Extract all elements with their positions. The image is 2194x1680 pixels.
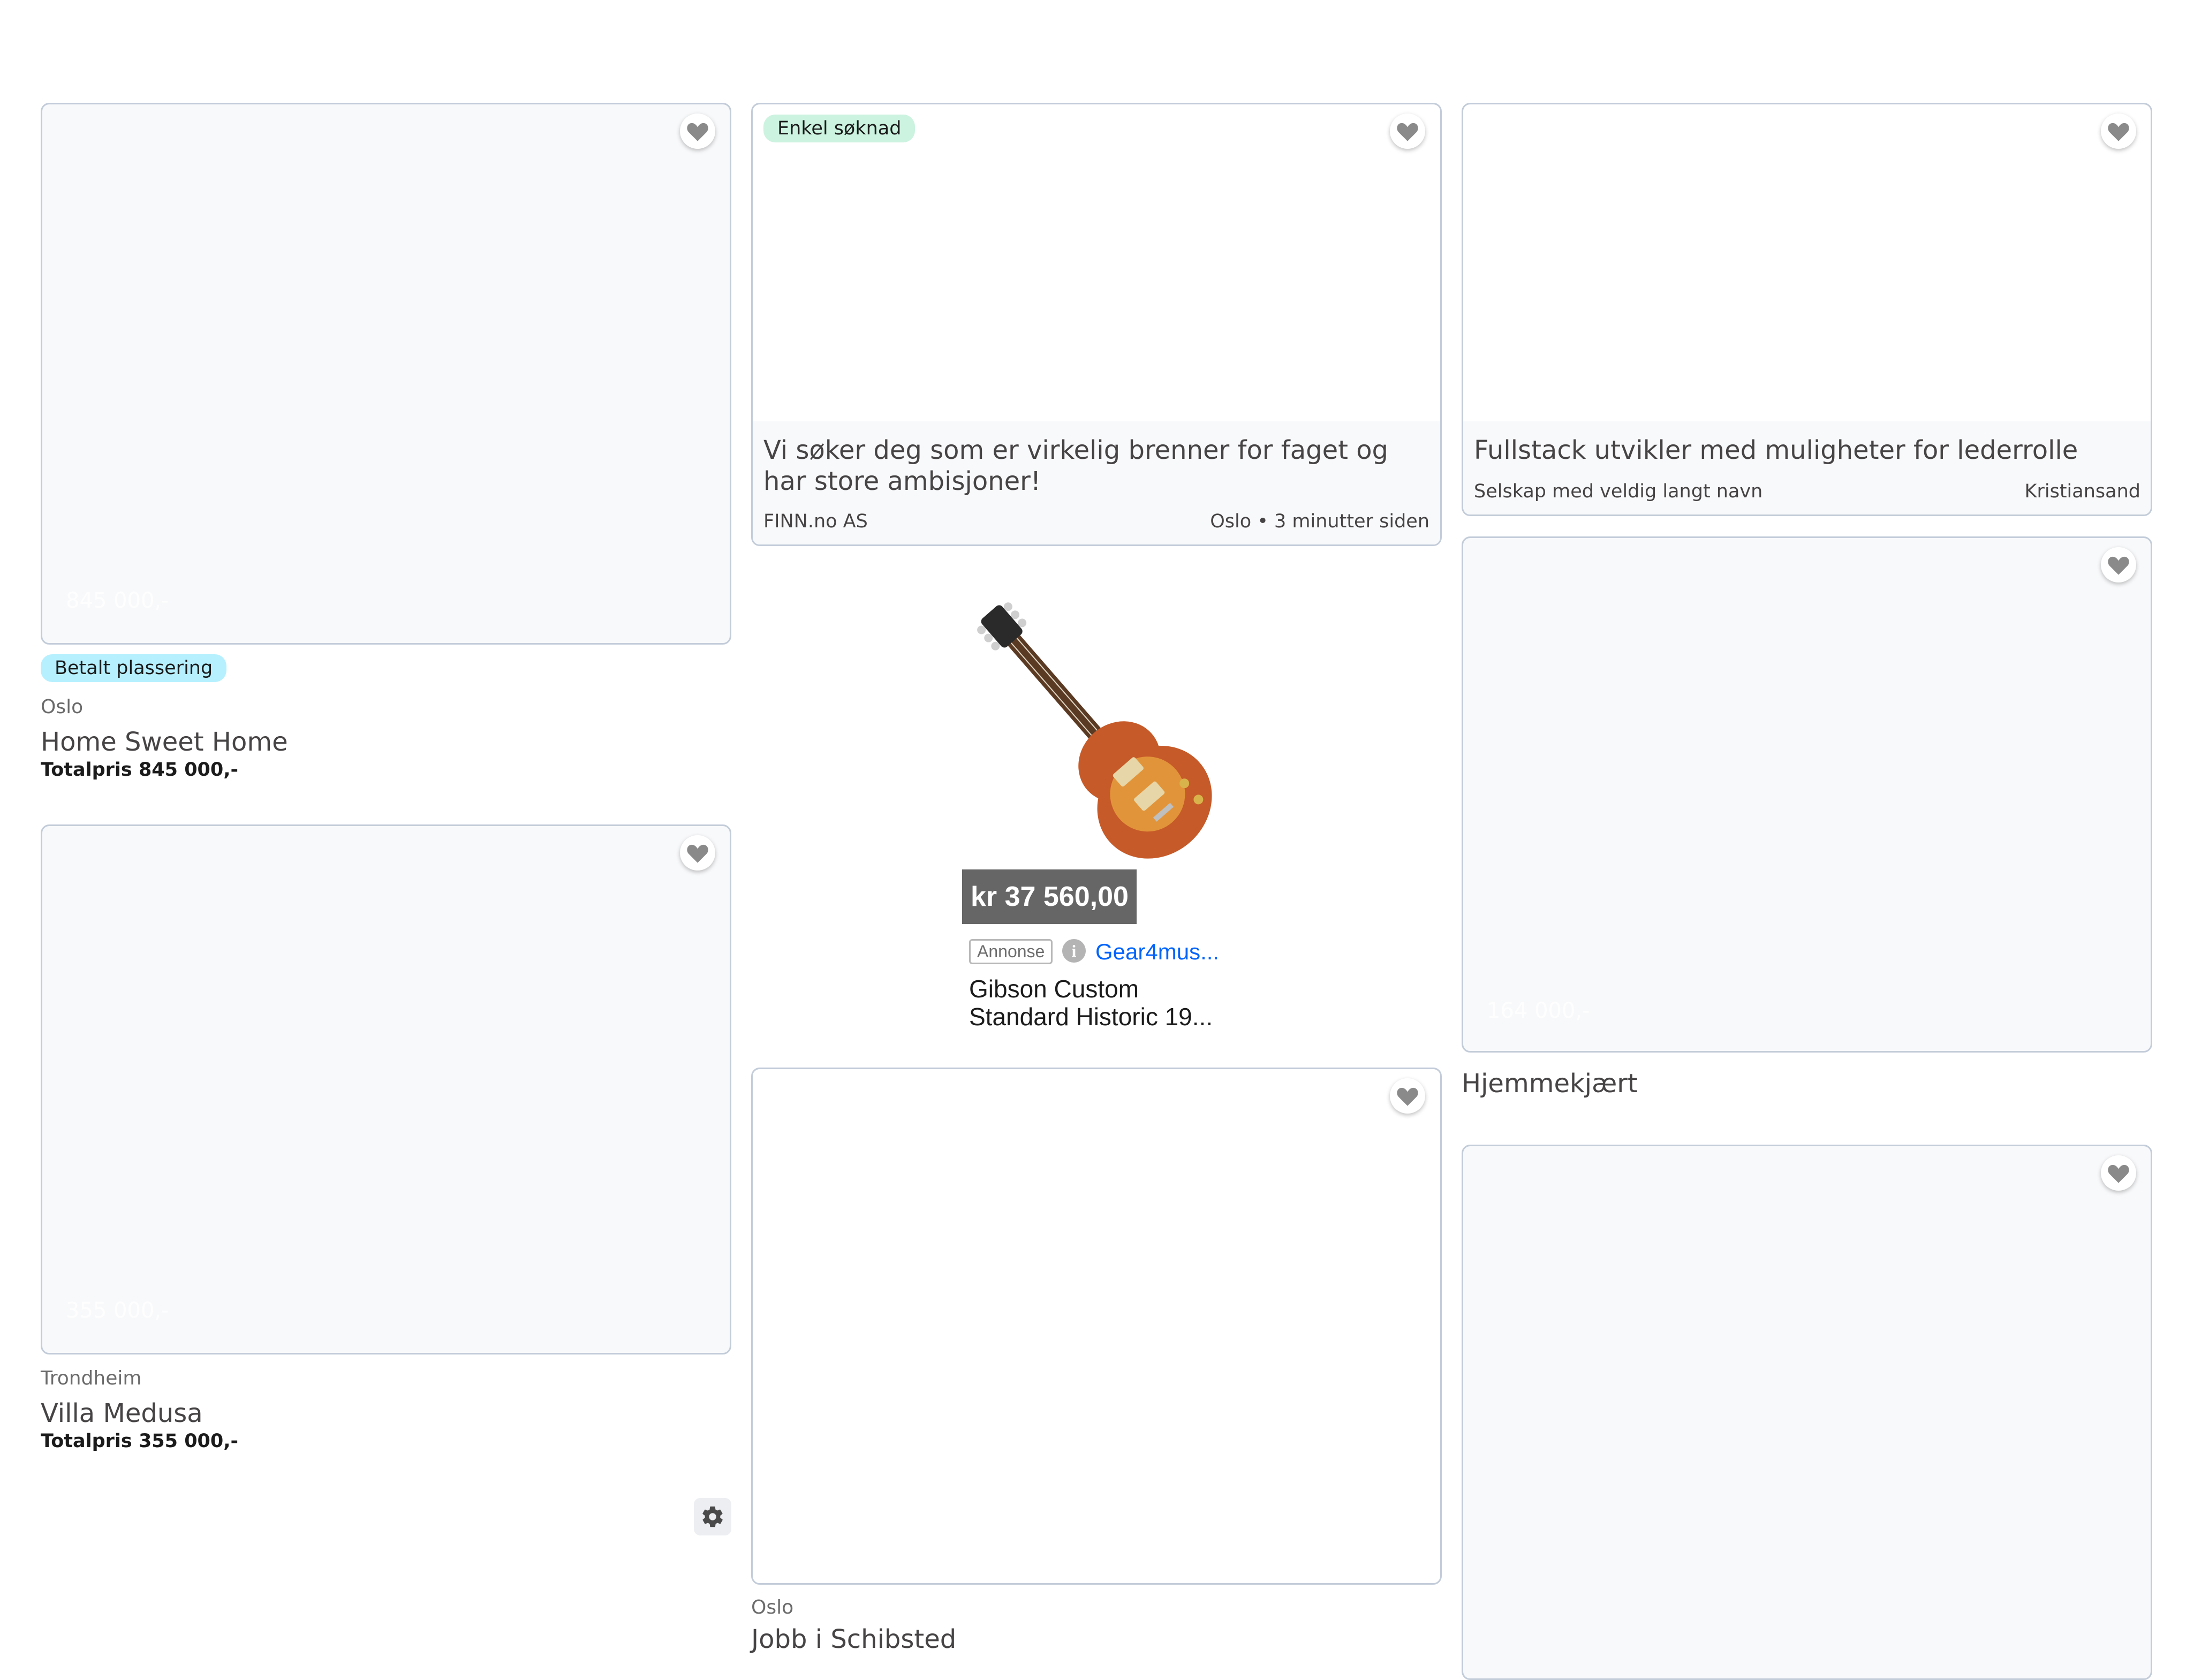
gear-icon bbox=[702, 1506, 723, 1527]
ad-label: Annonse bbox=[969, 939, 1053, 964]
listing-location: Trondheim bbox=[41, 1367, 142, 1389]
listing-total-price: Totalpris 355 000,- bbox=[41, 1431, 239, 1452]
ad-advertiser-link[interactable]: Gear4mus... bbox=[1095, 939, 1219, 965]
price-overlay: 164 000,- bbox=[1487, 998, 1590, 1023]
job-title[interactable]: Fullstack utvikler med muligheter for le… bbox=[1474, 435, 2132, 466]
easy-apply-badge: Enkel søknad bbox=[763, 115, 916, 142]
listing-card-hjemmekjaert-image[interactable]: 164 000,- bbox=[1462, 536, 2152, 1053]
listing-card-image[interactable] bbox=[1462, 1145, 2152, 1680]
favorite-button[interactable] bbox=[680, 113, 715, 149]
ad-price: kr 37 560,00 bbox=[971, 881, 1129, 912]
favorite-button[interactable] bbox=[1390, 1078, 1425, 1114]
heart-icon bbox=[1395, 1086, 1420, 1108]
ad-title-line1[interactable]: Gibson Custom bbox=[969, 974, 1139, 1003]
ad-product-image[interactable] bbox=[958, 594, 1231, 873]
listing-title[interactable]: Hjemmekjært bbox=[1462, 1069, 1638, 1099]
listing-title[interactable]: Jobb i Schibsted bbox=[751, 1624, 956, 1654]
job-company: Selskap med veldig langt navn bbox=[1474, 481, 1763, 502]
paid-placement-badge: Betalt plassering bbox=[41, 654, 227, 682]
ad-title-line2[interactable]: Standard Historic 19... bbox=[969, 1002, 1213, 1031]
job-location-time: Oslo • 3 minutter siden bbox=[1210, 511, 1429, 532]
heart-icon bbox=[685, 843, 710, 865]
favorite-button[interactable] bbox=[2101, 547, 2136, 582]
heart-icon bbox=[2106, 1163, 2131, 1185]
heart-icon bbox=[2106, 555, 2131, 577]
heart-icon bbox=[2106, 121, 2131, 143]
favorite-button[interactable] bbox=[2101, 113, 2136, 149]
favorite-button[interactable] bbox=[2101, 1155, 2136, 1191]
listing-card-villa-medusa-image[interactable]: 355 000,- bbox=[41, 824, 731, 1354]
listing-title[interactable]: Villa Medusa bbox=[41, 1398, 203, 1428]
job-company: FINN.no AS bbox=[763, 511, 868, 532]
favorite-button[interactable] bbox=[680, 835, 715, 871]
favorite-button[interactable] bbox=[1390, 113, 1425, 149]
price-overlay: 355 000,- bbox=[66, 1298, 169, 1323]
heart-icon bbox=[1395, 121, 1420, 143]
listing-location: Oslo bbox=[41, 696, 84, 718]
listing-title[interactable]: Home Sweet Home bbox=[41, 727, 288, 757]
price-overlay: 845 000,- bbox=[66, 588, 169, 613]
listing-card-jobb-schibsted-image[interactable] bbox=[751, 1068, 1442, 1585]
job-location: Kristiansand bbox=[2024, 481, 2140, 502]
guitar-image bbox=[977, 602, 1212, 859]
heart-icon bbox=[685, 121, 710, 143]
ad-price-tag: kr 37 560,00 bbox=[962, 869, 1137, 924]
settings-button[interactable] bbox=[694, 1498, 731, 1535]
listing-total-price: Totalpris 845 000,- bbox=[41, 759, 239, 781]
listing-location: Oslo bbox=[751, 1596, 794, 1618]
info-icon[interactable]: i bbox=[1062, 939, 1086, 963]
listing-card-home-sweet-home-image[interactable]: 845 000,- bbox=[41, 103, 731, 645]
job-title[interactable]: Vi søker deg som er virkelig brenner for… bbox=[763, 435, 1422, 497]
